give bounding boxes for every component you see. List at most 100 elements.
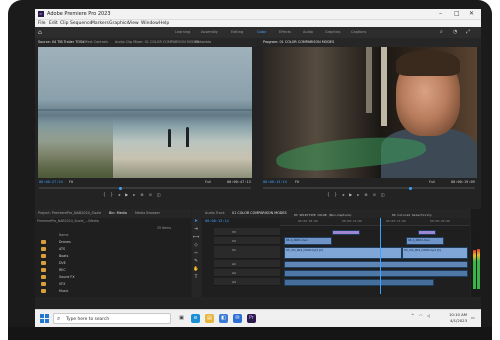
timeline-clip[interactable]: 03_Vid_004_C008.mp4 [V] bbox=[402, 247, 468, 259]
tab-effect-controls[interactable]: Effect Controls bbox=[83, 40, 108, 44]
track-header-a1[interactable]: A1 bbox=[214, 260, 280, 268]
mark-in-icon[interactable]: { bbox=[103, 192, 106, 198]
tab-source[interactable]: Source: 04 TIB Trailer TOSv bbox=[38, 40, 84, 44]
play-icon[interactable]: ▶ bbox=[349, 192, 352, 198]
fullscreen-icon[interactable]: ⤢ bbox=[466, 29, 470, 35]
audio-clip[interactable] bbox=[284, 279, 434, 286]
track-header-v3[interactable]: V3 bbox=[214, 228, 280, 236]
selection-tool-icon[interactable]: ➤ bbox=[193, 219, 199, 225]
list-item[interactable]: Drones bbox=[35, 239, 175, 245]
list-item[interactable]: Boats bbox=[35, 253, 175, 259]
taskbar-search-input[interactable]: ⌕ Type here to search bbox=[53, 313, 171, 324]
program-scrub-bar[interactable] bbox=[263, 187, 475, 189]
menu-markers[interactable]: Markers bbox=[91, 21, 109, 26]
track-header-a2[interactable]: A2 bbox=[214, 269, 280, 277]
mark-out-icon[interactable]: } bbox=[335, 192, 338, 198]
menu-graphics[interactable]: Graphics bbox=[109, 21, 129, 26]
edge-icon[interactable]: e bbox=[191, 314, 200, 323]
list-item[interactable]: DVE bbox=[35, 260, 175, 266]
source-fit-select[interactable]: Fit bbox=[69, 180, 73, 184]
list-item[interactable]: VFX bbox=[35, 281, 175, 287]
menu-view[interactable]: View bbox=[128, 21, 139, 26]
timeline-marker-label[interactable]: 03 SELECTIVE COLOR (Non-Capture) bbox=[294, 213, 352, 217]
insert-icon[interactable]: ⊕ bbox=[140, 192, 143, 198]
export-frame-icon[interactable]: ◫ bbox=[157, 192, 161, 198]
menu-sequence[interactable]: Sequence bbox=[70, 21, 92, 26]
home-icon[interactable]: ⌂ bbox=[38, 29, 45, 36]
file-explorer-icon[interactable]: ▤ bbox=[205, 314, 214, 323]
mail-icon[interactable]: ✉ bbox=[233, 314, 242, 323]
mark-in-icon[interactable]: { bbox=[327, 192, 330, 198]
maximize-button[interactable]: □ bbox=[454, 10, 460, 17]
type-tool-icon[interactable]: T bbox=[193, 275, 199, 281]
audio-clip[interactable] bbox=[284, 261, 468, 268]
tab-audio-clip-mixer[interactable]: Audio Clip Mixer: 01 COLOR COMPARISON MO… bbox=[115, 40, 199, 44]
pen-tool-icon[interactable]: ✎ bbox=[193, 259, 199, 265]
search-icon[interactable]: ⌕ bbox=[440, 29, 443, 35]
program-monitor[interactable] bbox=[263, 47, 477, 178]
source-scrub-bar[interactable] bbox=[39, 187, 251, 189]
ripple-edit-tool-icon[interactable]: ⟷ bbox=[193, 235, 199, 241]
workspace-tab-graphics[interactable]: Graphics bbox=[325, 30, 340, 34]
menu-edit[interactable]: Edit bbox=[49, 21, 58, 26]
export-frame-icon[interactable]: ◫ bbox=[381, 192, 385, 198]
taskbar-clock[interactable]: 10:10 AM 4/1/2023 bbox=[449, 312, 467, 323]
track-select-tool-icon[interactable]: ⇥ bbox=[193, 227, 199, 233]
program-playhead[interactable] bbox=[409, 186, 412, 190]
list-item[interactable]: REC bbox=[35, 267, 175, 273]
hand-tool-icon[interactable]: ✋ bbox=[193, 267, 199, 273]
tab-audio-track[interactable]: Audio Track bbox=[205, 211, 225, 215]
tab-metadata[interactable]: Metadata bbox=[195, 40, 211, 44]
workspace-tab-editing[interactable]: Editing bbox=[231, 30, 243, 34]
step-back-icon[interactable]: ◂ bbox=[118, 192, 120, 198]
tab-bin-media[interactable]: Bin: Media bbox=[109, 211, 127, 215]
tray-chevron-icon[interactable]: ^ bbox=[411, 313, 414, 318]
source-playhead[interactable] bbox=[119, 186, 122, 190]
notification-icon[interactable]: ▭ bbox=[471, 315, 475, 320]
close-button[interactable]: ✕ bbox=[469, 10, 474, 17]
track-header-v1[interactable]: V1 bbox=[214, 246, 280, 259]
timeline-playhead[interactable] bbox=[380, 218, 381, 294]
timeline-timecode[interactable]: 00:00:13:14 bbox=[205, 219, 229, 223]
menu-clip[interactable]: Clip bbox=[60, 21, 69, 26]
tab-media-browser[interactable]: Media Browser bbox=[135, 211, 160, 215]
timeline-clip[interactable]: 04 A_0001.mov bbox=[284, 237, 332, 245]
list-item[interactable]: ATS bbox=[35, 246, 175, 252]
slip-tool-icon[interactable]: ⇿ bbox=[193, 251, 199, 257]
list-item[interactable]: Sound FX bbox=[35, 274, 175, 280]
play-icon[interactable]: ▶ bbox=[125, 192, 128, 198]
tab-sequence[interactable]: 01 COLOR COMPARISON MODES bbox=[232, 211, 287, 215]
lift-icon[interactable]: ⊕ bbox=[364, 192, 367, 198]
program-resolution-select[interactable]: Full bbox=[429, 180, 435, 184]
timeline-clip[interactable]: 04 A_0001.mov bbox=[406, 237, 444, 245]
step-forward-icon[interactable]: ▸ bbox=[357, 192, 359, 198]
extract-icon[interactable]: ⊙ bbox=[373, 192, 376, 198]
audio-clip[interactable] bbox=[284, 270, 468, 277]
menu-file[interactable]: File bbox=[38, 21, 46, 26]
step-back-icon[interactable]: ◂ bbox=[342, 192, 344, 198]
tab-project[interactable]: Project: PremierePro_NAB2024_Sizzle bbox=[38, 211, 101, 215]
source-monitor[interactable] bbox=[38, 47, 252, 178]
column-name-header[interactable]: Name bbox=[59, 233, 68, 237]
minimize-button[interactable]: – bbox=[439, 10, 442, 17]
timeline-clip[interactable] bbox=[418, 230, 436, 235]
volume-icon[interactable]: ◁ bbox=[427, 313, 430, 318]
workspace-tab-effects[interactable]: Effects bbox=[279, 30, 291, 34]
workspace-tab-learning[interactable]: Learning bbox=[175, 30, 190, 34]
razor-tool-icon[interactable]: ◇ bbox=[193, 243, 199, 249]
task-view-icon[interactable]: ▣ bbox=[177, 314, 186, 323]
premiere-icon[interactable]: Pr bbox=[247, 314, 256, 323]
tab-program[interactable]: Program: 01 COLOR COMPARISON MODES bbox=[263, 40, 334, 44]
notifications-icon[interactable]: ◔ bbox=[453, 29, 457, 35]
track-header-v2[interactable]: V2 bbox=[214, 237, 280, 245]
timeline-clip[interactable]: 03_Vid_004_C008.mp4 [V] bbox=[284, 247, 402, 259]
overwrite-icon[interactable]: ⊙ bbox=[149, 192, 152, 198]
store-icon[interactable]: ◧ bbox=[219, 314, 228, 323]
menu-window[interactable]: Window bbox=[141, 21, 159, 26]
timeline-marker-label[interactable]: 04 Colored Selectivity bbox=[392, 213, 432, 217]
windows-start-icon[interactable] bbox=[40, 314, 49, 323]
step-forward-icon[interactable]: ▸ bbox=[133, 192, 135, 198]
workspace-tab-audio[interactable]: Audio bbox=[303, 30, 313, 34]
program-timecode[interactable]: 00:00:13:14 bbox=[263, 180, 287, 184]
list-item[interactable]: Music bbox=[35, 288, 175, 294]
